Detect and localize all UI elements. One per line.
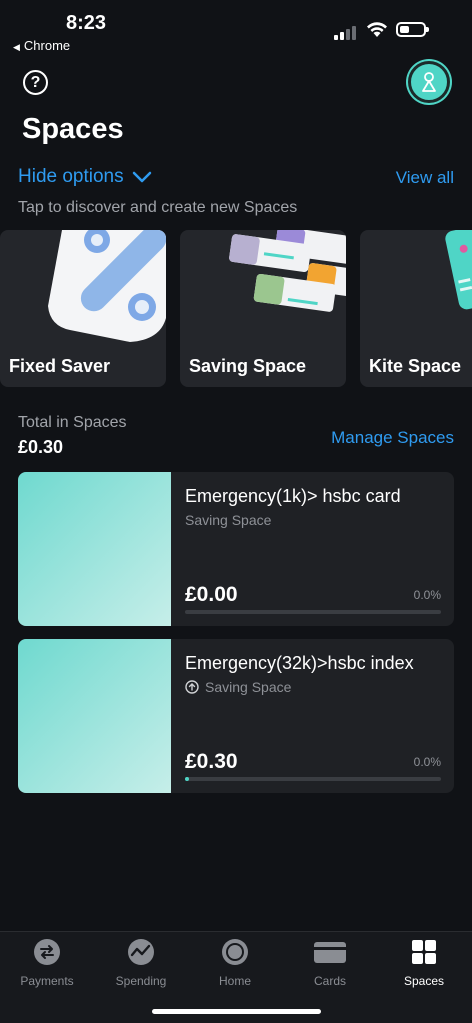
discover-subtitle: Tap to discover and create new Spaces: [18, 199, 298, 216]
space-thumbnail: [18, 639, 171, 793]
template-card-kite-space[interactable]: Kite Space: [360, 230, 472, 387]
tab-label: Payments: [20, 974, 74, 988]
cellular-signal-icon: [334, 24, 360, 40]
space-name: Emergency(32k)>hsbc index: [185, 653, 414, 673]
space-type: Saving Space: [185, 679, 291, 695]
space-card[interactable]: Emergency(1k)> hsbc card Saving Space £0…: [18, 472, 454, 626]
saving-space-illustration: [229, 230, 346, 312]
space-type: Saving Space: [185, 512, 271, 528]
template-label: Kite Space: [369, 356, 462, 376]
profile-avatar[interactable]: [408, 61, 450, 103]
space-templates-carousel[interactable]: Fixed Saver Saving Space Kite Space: [0, 230, 472, 387]
space-progress-percent: 0.0%: [413, 588, 441, 602]
tab-payments[interactable]: Payments: [0, 938, 94, 988]
tab-label: Spending: [115, 974, 167, 988]
manage-spaces-link[interactable]: Manage Spaces: [331, 428, 454, 448]
tab-label: Cards: [313, 974, 346, 988]
cards-icon: [313, 938, 347, 966]
template-card-fixed-saver[interactable]: Fixed Saver: [0, 230, 166, 387]
home-indicator[interactable]: [152, 1009, 321, 1014]
spending-icon: [127, 938, 155, 966]
fixed-saver-illustration: [48, 230, 166, 342]
total-in-spaces-value: £0.30: [18, 437, 64, 457]
template-label: Saving Space: [189, 356, 307, 376]
space-progress-percent: 0.0%: [413, 755, 441, 769]
tab-label: Spaces: [403, 974, 445, 988]
back-app-label: Chrome: [23, 38, 71, 53]
view-all-link[interactable]: View all: [396, 168, 454, 188]
home-icon: [221, 938, 249, 966]
space-thumbnail: [18, 472, 171, 626]
clock: 8:23: [66, 12, 107, 34]
page-title: Spaces: [22, 113, 124, 145]
chevron-down-icon: [132, 171, 151, 183]
space-progress-bar: [185, 610, 441, 614]
tab-spaces[interactable]: Spaces: [377, 938, 471, 988]
battery-icon: [396, 22, 429, 37]
help-button[interactable]: ?: [23, 70, 48, 95]
payments-icon: [33, 938, 61, 966]
profile-icon: [422, 72, 436, 92]
round-up-icon: [185, 680, 199, 694]
hide-options-label: Hide options: [18, 166, 124, 187]
tab-label: Home: [218, 974, 251, 988]
space-type-label: Saving Space: [185, 512, 272, 528]
tab-spending[interactable]: Spending: [94, 938, 188, 988]
space-balance: £0.00: [185, 583, 238, 606]
kite-space-illustration: [445, 230, 472, 310]
space-card[interactable]: Emergency(32k)>hsbc index Saving Space £…: [18, 639, 454, 793]
space-name: Emergency(1k)> hsbc card: [185, 486, 401, 506]
total-in-spaces-label: Total in Spaces: [18, 414, 127, 431]
back-to-app-link[interactable]: ◀ Chrome: [13, 38, 70, 53]
space-type-label: Saving Space: [205, 679, 292, 695]
template-label: Fixed Saver: [9, 356, 111, 376]
wifi-icon: [367, 22, 387, 37]
tab-home[interactable]: Home: [188, 938, 282, 988]
status-bar: 8:23 ◀ Chrome: [0, 0, 472, 58]
spaces-icon: [410, 938, 438, 966]
back-triangle-icon: ◀: [13, 42, 20, 52]
space-progress-bar: [185, 777, 441, 781]
space-balance: £0.30: [185, 750, 238, 773]
tab-cards[interactable]: Cards: [283, 938, 377, 988]
template-card-saving-space[interactable]: Saving Space: [180, 230, 346, 387]
hide-options-toggle[interactable]: Hide options: [18, 166, 152, 188]
